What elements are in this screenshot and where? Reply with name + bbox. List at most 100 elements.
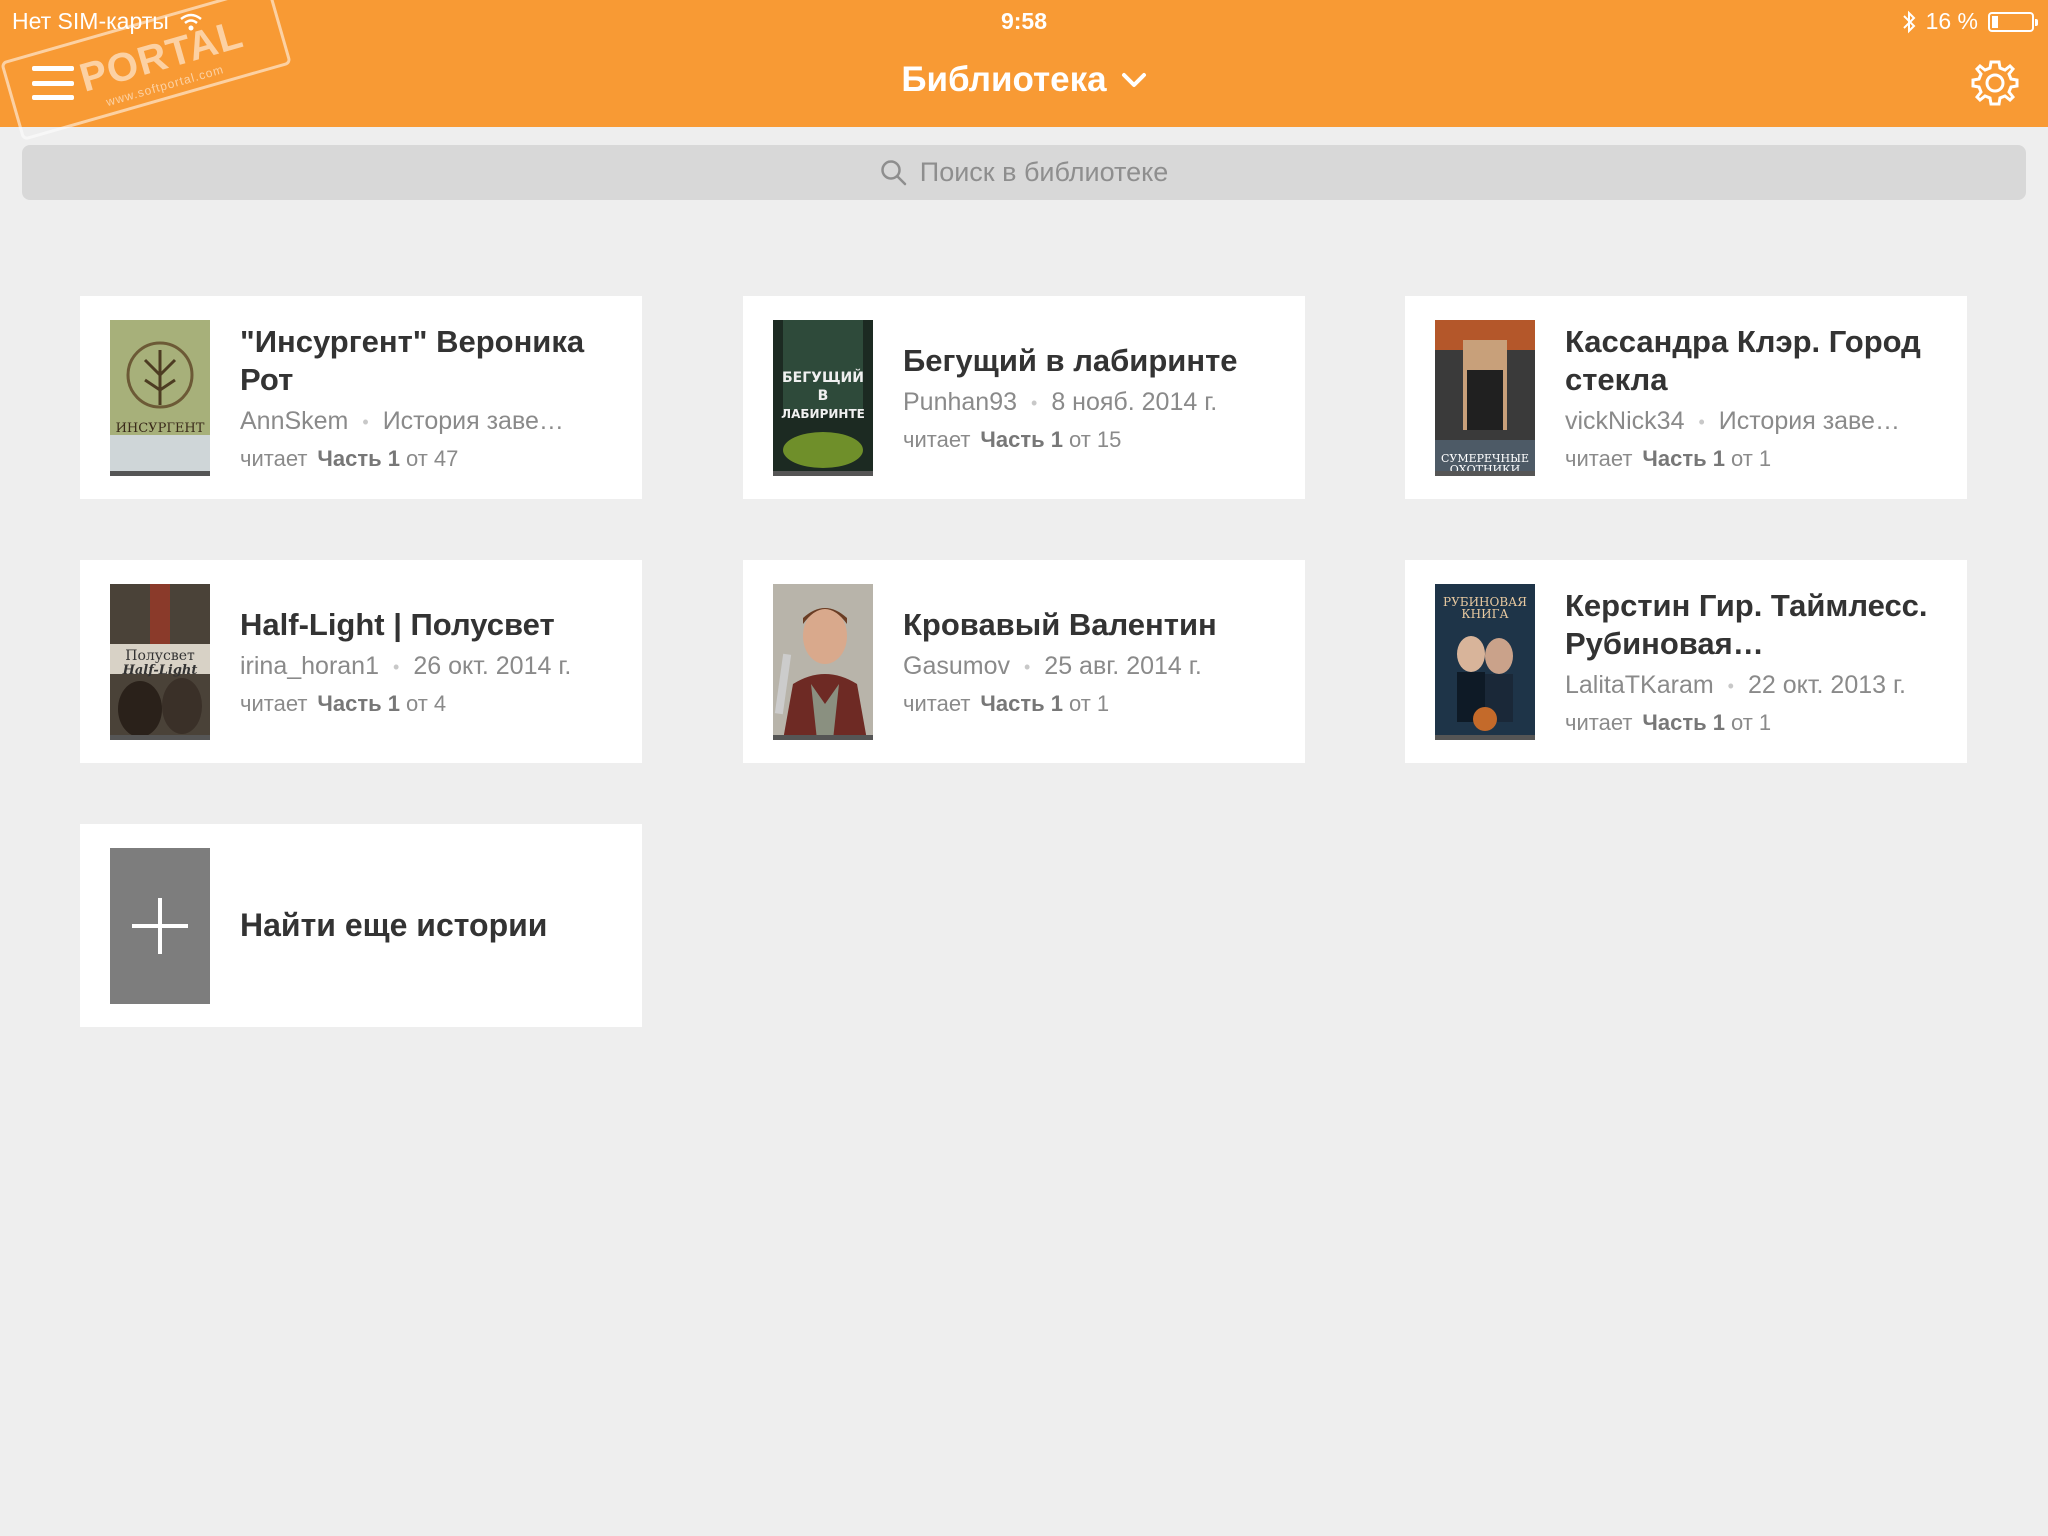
bluetooth-icon bbox=[1902, 10, 1915, 33]
reading-progress: читает Часть 1 от 1 bbox=[1565, 446, 1947, 472]
book-cover: ИНСУРГЕНТ bbox=[110, 320, 210, 476]
separator-dot: • bbox=[1727, 675, 1734, 696]
battery-percent: 16 % bbox=[1925, 8, 1978, 34]
page-title: Библиотека bbox=[901, 60, 1107, 99]
battery-level bbox=[1992, 15, 1999, 28]
separator-dot: • bbox=[362, 411, 369, 432]
book-title: Half-Light | Полусвет bbox=[240, 607, 555, 642]
book-info: Half-Light | Полусвет irina_horan1 • 26 ок… bbox=[240, 560, 622, 763]
book-card[interactable]: БЕГУЩИЙ В ЛАБИРИНТЕ Бегущий в лабиринте … bbox=[743, 296, 1305, 499]
library-title-area: Библиотека bbox=[0, 60, 2048, 100]
separator-dot: • bbox=[393, 656, 400, 677]
plus-icon bbox=[132, 898, 188, 954]
book-meta: vickNick34 • История заве… bbox=[1565, 407, 1947, 436]
svg-text:В: В bbox=[818, 388, 829, 404]
book-meta: LalitaTKaram • 22 окт. 2013 г. bbox=[1565, 671, 1947, 700]
reading-progress: читает Часть 1 от 1 bbox=[903, 691, 1285, 717]
book-meta: Punhan93 • 8 нояб. 2014 г. bbox=[903, 388, 1285, 417]
book-cover: Полусвет Half-Light bbox=[110, 584, 210, 740]
clock: 9:58 bbox=[1000, 8, 1048, 34]
reading-total: от 15 bbox=[1068, 427, 1122, 452]
book-title: Кровавый Валентин bbox=[903, 607, 1217, 642]
reading-part: Часть 1 bbox=[1642, 710, 1725, 735]
separator-dot: • bbox=[1031, 392, 1038, 413]
reading-progress: читает Часть 1 от 4 bbox=[240, 691, 622, 717]
svg-text:Half-Light: Half-Light bbox=[122, 663, 198, 678]
book-date: 22 окт. 2013 г. bbox=[1747, 671, 1907, 699]
book-cover: РУБИНОВАЯ КНИГА bbox=[1435, 584, 1535, 740]
book-info: "Инсургент" Вероника Рот AnnSkem • История… bbox=[240, 296, 622, 499]
svg-text:ЛАБИРИНТЕ: ЛАБИРИНТЕ bbox=[781, 407, 865, 421]
book-info: Бегущий в лабиринте Punhan93 • 8 нояб. 201… bbox=[903, 296, 1285, 499]
reading-progress: читает Часть 1 от 47 bbox=[240, 446, 622, 472]
book-author: irina_horan1 bbox=[240, 652, 379, 680]
reading-part: Часть 1 bbox=[1642, 446, 1725, 471]
reading-progress: читает Часть 1 от 15 bbox=[903, 427, 1285, 453]
reading-part: Часть 1 bbox=[980, 691, 1063, 716]
reading-total: от 4 bbox=[405, 691, 447, 716]
book-author: vickNick34 bbox=[1565, 407, 1685, 435]
reading-label: читает bbox=[1565, 710, 1633, 735]
book-card[interactable]: РУБИНОВАЯ КНИГА Керстин Гир. Таймлесс. Р… bbox=[1405, 560, 1967, 763]
battery-icon bbox=[1988, 11, 2038, 32]
reading-part: Часть 1 bbox=[980, 427, 1063, 452]
reading-label: читает bbox=[1565, 446, 1633, 471]
search-icon bbox=[881, 159, 907, 185]
find-more-label: Найти еще истории bbox=[240, 907, 548, 943]
reading-label: читает bbox=[240, 446, 308, 471]
reading-total: от 47 bbox=[405, 446, 459, 471]
book-cover: БЕГУЩИЙ В ЛАБИРИНТЕ bbox=[773, 320, 873, 476]
reading-label: читает bbox=[903, 691, 971, 716]
search-input[interactable]: Поиск в библиотеке bbox=[22, 145, 2026, 200]
reading-part: Часть 1 bbox=[317, 691, 400, 716]
book-card[interactable]: ИНСУРГЕНТ "Инсургент" Вероника Рот AnnSk… bbox=[80, 296, 642, 499]
book-author: LalitaTKaram bbox=[1565, 671, 1714, 699]
svg-text:ИНСУРГЕНТ: ИНСУРГЕНТ bbox=[116, 421, 205, 436]
book-date: История заве… bbox=[382, 407, 564, 435]
library-dropdown[interactable]: Библиотека bbox=[901, 60, 1146, 100]
book-title: Бегущий в лабиринте bbox=[903, 343, 1238, 378]
separator-dot: • bbox=[1698, 411, 1705, 432]
book-cover bbox=[773, 584, 873, 740]
svg-text:КНИГА: КНИГА bbox=[1461, 607, 1508, 621]
book-card[interactable]: Полусвет Half-Light Half-Light | Полусве… bbox=[80, 560, 642, 763]
book-date: 8 нояб. 2014 г. bbox=[1051, 388, 1218, 416]
book-author: Gasumov bbox=[903, 652, 1010, 680]
gear-icon bbox=[1971, 60, 2019, 106]
status-bar: Нет SIM-карты 9:58 16 % bbox=[0, 0, 2048, 40]
reading-total: от 1 bbox=[1730, 446, 1772, 471]
plus-tile bbox=[110, 848, 210, 1004]
book-info: Кассандра Клэр. Город стекла vickNick34 •… bbox=[1565, 296, 1947, 499]
book-title: Кассандра Клэр. Город стекла bbox=[1565, 324, 1921, 397]
book-card[interactable]: Кровавый Валентин Gasumov • 25 авг. 2014 г… bbox=[743, 560, 1305, 763]
reading-label: читает bbox=[240, 691, 308, 716]
reading-label: читает bbox=[903, 427, 971, 452]
svg-text:БЕГУЩИЙ: БЕГУЩИЙ bbox=[782, 369, 864, 386]
top-bar: Нет SIM-карты 9:58 16 % PORTAL www.softp… bbox=[0, 0, 2048, 142]
book-date: 25 авг. 2014 г. bbox=[1044, 652, 1202, 680]
settings-button[interactable] bbox=[1970, 58, 2020, 108]
book-author: AnnSkem bbox=[240, 407, 349, 435]
book-title: Керстин Гир. Таймлесс. Рубиновая… bbox=[1565, 588, 1928, 661]
book-title: "Инсургент" Вероника Рот bbox=[240, 324, 585, 397]
status-right: 16 % bbox=[1902, 8, 2038, 35]
find-more-stories-button[interactable]: Найти еще истории bbox=[80, 824, 642, 1027]
book-meta: irina_horan1 • 26 окт. 2014 г. bbox=[240, 652, 622, 681]
reading-progress: читает Часть 1 от 1 bbox=[1565, 710, 1947, 736]
book-info: Керстин Гир. Таймлесс. Рубиновая… Lalita… bbox=[1565, 560, 1947, 763]
book-author: Punhan93 bbox=[903, 388, 1018, 416]
book-meta: Gasumov • 25 авг. 2014 г. bbox=[903, 652, 1285, 681]
svg-text:Полусвет: Полусвет bbox=[125, 648, 195, 664]
book-card[interactable]: СУМЕРЕЧНЫЕ ОХОТНИКИ Кассандра Клэр. Горо… bbox=[1405, 296, 1967, 499]
reading-total: от 1 bbox=[1730, 710, 1772, 735]
book-meta: AnnSkem • История заве… bbox=[240, 407, 622, 436]
book-info: Кровавый Валентин Gasumov • 25 авг. 2014 г… bbox=[903, 560, 1285, 763]
chevron-down-icon bbox=[1121, 73, 1146, 87]
book-date: 26 окт. 2014 г. bbox=[413, 652, 572, 680]
svg-text:ОХОТНИКИ: ОХОТНИКИ bbox=[1450, 463, 1521, 476]
reading-total: от 1 bbox=[1068, 691, 1110, 716]
separator-dot: • bbox=[1023, 656, 1031, 677]
book-cover: СУМЕРЕЧНЫЕ ОХОТНИКИ bbox=[1435, 320, 1535, 476]
reading-part: Часть 1 bbox=[317, 446, 400, 471]
book-date: История заве… bbox=[1718, 407, 1900, 435]
